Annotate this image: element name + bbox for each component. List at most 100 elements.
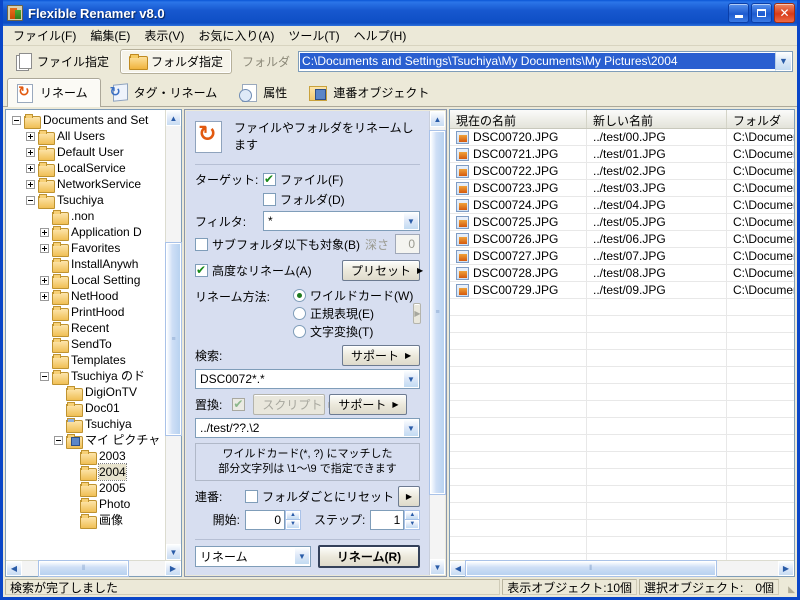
folder-tree[interactable]: Documents and Set All Users Default User Lo… [6, 110, 165, 560]
column-header[interactable]: 新しい名前 [587, 110, 727, 128]
folder-path-value[interactable]: C:\Documents and Settings\Tsuchiya\My Do… [300, 53, 775, 69]
tree-vscroll-track[interactable]: ≡ [165, 126, 182, 544]
tree-node[interactable]: InstallAnywh [8, 256, 165, 273]
options-vscroll-thumb[interactable]: ≡ [429, 130, 446, 496]
method-convert-row[interactable]: 文字変換(T) [293, 323, 413, 340]
tree-node[interactable]: Tsuchiya のド [8, 368, 165, 385]
scroll-right-icon[interactable]: ▶ [778, 561, 794, 576]
tree-node[interactable]: Recent [8, 320, 165, 337]
tree-node[interactable]: PrintHood [8, 304, 165, 321]
menu-item-view[interactable]: 表示(V) [137, 25, 191, 46]
chevron-down-icon[interactable]: ▼ [294, 547, 310, 566]
expand-icon[interactable] [25, 131, 35, 141]
scroll-down-icon[interactable]: ▼ [430, 559, 445, 575]
menu-item-file[interactable]: ファイル(F) [6, 25, 83, 46]
expand-icon[interactable] [39, 275, 49, 285]
tree-node[interactable]: Doc01 [8, 400, 165, 417]
column-header[interactable]: 現在の名前 [450, 110, 587, 128]
tree-expander[interactable] [22, 131, 38, 141]
file-list-header[interactable]: 現在の名前 新しい名前 フォルダ [450, 110, 794, 129]
filter-value[interactable]: * [264, 214, 403, 228]
action-select-value[interactable]: リネーム [196, 548, 294, 565]
maximize-button[interactable] [751, 3, 772, 23]
tree-node[interactable]: マイ ピクチャ [8, 432, 165, 449]
column-header[interactable]: フォルダ [727, 110, 800, 128]
file-list-row[interactable]: DSC00722.JPG ../test/02.JPG C:\Documen [450, 162, 794, 180]
tab-rename[interactable]: リネーム [7, 78, 101, 107]
tree-node[interactable]: 2005 [8, 480, 165, 497]
stepper-up-icon[interactable]: ▲ [404, 509, 421, 521]
scroll-up-icon[interactable]: ▲ [430, 111, 445, 127]
tree-node[interactable]: .non [8, 208, 165, 225]
tree-expander[interactable] [22, 147, 38, 157]
chevron-down-icon[interactable]: ▼ [403, 212, 419, 230]
scroll-up-icon[interactable]: ▲ [166, 110, 181, 126]
start-stepper[interactable]: ▲ ▼ [285, 509, 301, 530]
tree-expander[interactable] [22, 179, 38, 189]
file-list-row[interactable]: DSC00720.JPG ../test/00.JPG C:\Documen [450, 129, 794, 146]
options-vertical-scrollbar[interactable]: ▲ ≡ ▼ [429, 111, 446, 575]
method-wildcard-row[interactable]: ワイルドカード(W) [293, 287, 413, 304]
tree-node[interactable]: NetHood [8, 288, 165, 305]
file-list-row[interactable]: DSC00727.JPG ../test/07.JPG C:\Documen [450, 247, 794, 265]
replace-value[interactable]: ../test/??.\2 [196, 421, 403, 435]
tree-node[interactable]: DigiOnTV [8, 384, 165, 401]
tree-vertical-scrollbar[interactable]: ▲ ≡ ▼ [165, 110, 182, 560]
menu-item-edit[interactable]: 編集(E) [83, 25, 137, 46]
close-button[interactable]: ✕ [774, 3, 795, 23]
tree-node[interactable]: All Users [8, 128, 165, 145]
method-wildcard-radio[interactable] [293, 289, 306, 302]
expand-icon[interactable] [39, 243, 49, 253]
folder-path-combo[interactable]: C:\Documents and Settings\Tsuchiya\My Do… [298, 50, 793, 72]
tree-expander[interactable] [22, 163, 38, 173]
tab-tag-rename[interactable]: タグ・リネーム [101, 78, 231, 106]
tree-expander[interactable] [36, 275, 52, 285]
file-mode-button[interactable]: ファイル指定 [7, 49, 118, 74]
chevron-down-icon[interactable]: ▼ [403, 419, 419, 437]
tree-node[interactable]: Application D [8, 224, 165, 241]
tree-expander[interactable] [36, 227, 52, 237]
resize-grip-icon[interactable]: ◣ [781, 579, 795, 595]
collapse-icon[interactable] [25, 195, 35, 205]
script-button[interactable]: スクリプト ▶ [253, 394, 335, 415]
tree-expander[interactable] [50, 435, 66, 445]
subfolder-checkbox[interactable] [195, 237, 208, 251]
tree-node[interactable]: 2004 [8, 463, 165, 481]
tree-node[interactable]: Default User [8, 144, 165, 161]
reset-per-folder-checkbox[interactable] [245, 489, 258, 503]
expand-icon[interactable] [39, 291, 49, 301]
file-list-row[interactable]: DSC00728.JPG ../test/08.JPG C:\Documen [450, 264, 794, 282]
filter-combo[interactable]: * ▼ [263, 211, 420, 231]
tree-node[interactable]: LocalService [8, 160, 165, 177]
method-regex-radio[interactable] [293, 307, 306, 320]
tree-node[interactable]: Templates [8, 352, 165, 369]
file-list-rows[interactable]: DSC00720.JPG ../test/00.JPG C:\Documen DSC0… [450, 129, 794, 560]
tree-expander[interactable] [36, 291, 52, 301]
preset-button[interactable]: プリセット ▶ [342, 260, 423, 281]
collapse-icon[interactable] [53, 435, 63, 445]
scroll-left-icon[interactable]: ◀ [6, 561, 22, 576]
collapse-icon[interactable] [39, 371, 49, 381]
file-list-row[interactable]: DSC00725.JPG ../test/05.JPG C:\Documen [450, 213, 794, 231]
start-value[interactable]: 0 [245, 509, 285, 530]
replace-enable-checkbox[interactable] [232, 396, 246, 412]
tree-hscroll-track[interactable]: ⦀ [22, 560, 165, 577]
menu-item-help[interactable]: ヘルプ(H) [347, 25, 414, 46]
tree-expander[interactable] [36, 243, 52, 253]
file-list-hscroll-track[interactable]: ⦀ [465, 560, 778, 577]
file-list-row[interactable]: DSC00729.JPG ../test/09.JPG C:\Documen [450, 281, 794, 299]
file-list-row[interactable]: DSC00726.JPG ../test/06.JPG C:\Documen [450, 230, 794, 248]
tree-node[interactable]: Favorites [8, 240, 165, 257]
search-support-button[interactable]: サポート ▶ [342, 345, 420, 366]
expand-icon[interactable] [25, 179, 35, 189]
scroll-down-icon[interactable]: ▼ [166, 544, 181, 560]
tab-attribute[interactable]: 属性 [230, 78, 300, 106]
collapse-icon[interactable] [11, 115, 21, 125]
file-list-horizontal-scrollbar[interactable]: ◀ ⦀ ▶ [450, 560, 794, 577]
file-list-row[interactable]: DSC00723.JPG ../test/03.JPG C:\Documen [450, 179, 794, 197]
search-value[interactable]: DSC0072*.* [196, 372, 403, 386]
search-combo[interactable]: DSC0072*.* ▼ [195, 369, 420, 389]
tab-serial-object[interactable]: 連番オブジェクト [300, 78, 442, 106]
run-rename-button[interactable]: リネーム(R) [318, 544, 420, 568]
tree-expander[interactable] [22, 195, 38, 205]
